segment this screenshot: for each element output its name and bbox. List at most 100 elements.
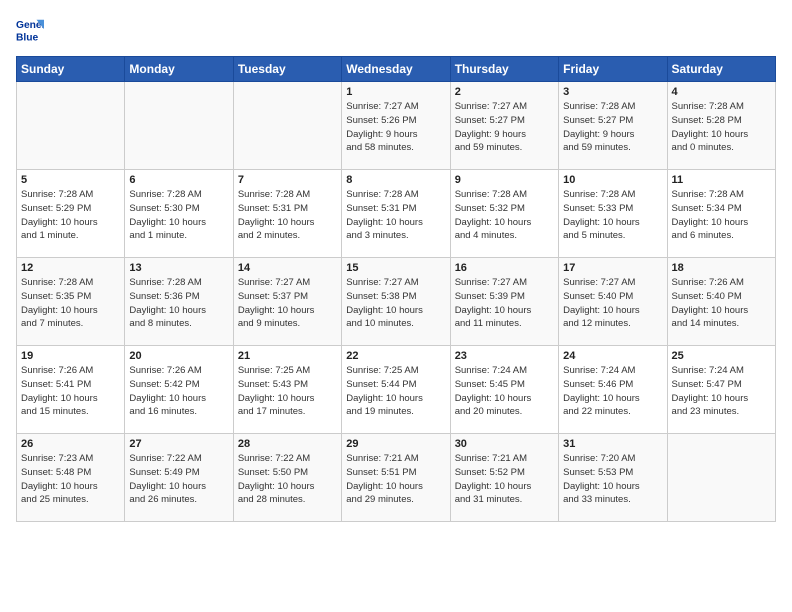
day-number: 8	[346, 174, 445, 186]
day-info: Sunrise: 7:26 AMSunset: 5:42 PMDaylight:…	[129, 364, 228, 419]
calendar-cell: 31Sunrise: 7:20 AMSunset: 5:53 PMDayligh…	[559, 434, 667, 522]
day-number: 29	[346, 438, 445, 450]
day-info: Sunrise: 7:28 AMSunset: 5:27 PMDaylight:…	[563, 100, 662, 155]
day-info: Sunrise: 7:27 AMSunset: 5:27 PMDaylight:…	[455, 100, 554, 155]
day-info: Sunrise: 7:28 AMSunset: 5:32 PMDaylight:…	[455, 188, 554, 243]
calendar-week-row: 1 Sunrise: 7:27 AMSunset: 5:26 PMDaylight…	[17, 82, 776, 170]
day-number: 31	[563, 438, 662, 450]
day-number: 27	[129, 438, 228, 450]
calendar-cell: 28Sunrise: 7:22 AMSunset: 5:50 PMDayligh…	[233, 434, 341, 522]
day-info: Sunrise: 7:26 AMSunset: 5:41 PMDaylight:…	[21, 364, 120, 419]
calendar-cell: 24 Sunrise: 7:24 AMSunset: 5:46 PMDayligh…	[559, 346, 667, 434]
day-info: Sunrise: 7:21 AMSunset: 5:52 PMDaylight:…	[455, 452, 554, 507]
day-header-tuesday: Tuesday	[233, 57, 341, 82]
day-info: Sunrise: 7:27 AMSunset: 5:26 PMDaylight:…	[346, 100, 445, 155]
day-info: Sunrise: 7:23 AMSunset: 5:48 PMDaylight:…	[21, 452, 120, 507]
day-number: 9	[455, 174, 554, 186]
calendar-cell: 9 Sunrise: 7:28 AMSunset: 5:32 PMDaylight…	[450, 170, 558, 258]
day-header-saturday: Saturday	[667, 57, 775, 82]
calendar-cell: 25 Sunrise: 7:24 AMSunset: 5:47 PMDayligh…	[667, 346, 775, 434]
day-number: 2	[455, 86, 554, 98]
day-info: Sunrise: 7:24 AMSunset: 5:46 PMDaylight:…	[563, 364, 662, 419]
day-number: 7	[238, 174, 337, 186]
calendar-week-row: 5 Sunrise: 7:28 AMSunset: 5:29 PMDaylight…	[17, 170, 776, 258]
day-info: Sunrise: 7:27 AMSunset: 5:38 PMDaylight:…	[346, 276, 445, 331]
day-number: 13	[129, 262, 228, 274]
calendar-cell: 15 Sunrise: 7:27 AMSunset: 5:38 PMDayligh…	[342, 258, 450, 346]
day-info: Sunrise: 7:28 AMSunset: 5:31 PMDaylight:…	[346, 188, 445, 243]
calendar-cell: 16 Sunrise: 7:27 AMSunset: 5:39 PMDayligh…	[450, 258, 558, 346]
calendar-cell: 17 Sunrise: 7:27 AMSunset: 5:40 PMDayligh…	[559, 258, 667, 346]
calendar-cell: 10 Sunrise: 7:28 AMSunset: 5:33 PMDayligh…	[559, 170, 667, 258]
day-info: Sunrise: 7:28 AMSunset: 5:31 PMDaylight:…	[238, 188, 337, 243]
day-number: 22	[346, 350, 445, 362]
calendar-table: SundayMondayTuesdayWednesdayThursdayFrid…	[16, 56, 776, 522]
day-number: 18	[672, 262, 771, 274]
calendar-cell: 29 Sunrise: 7:21 AMSunset: 5:51 PMDayligh…	[342, 434, 450, 522]
calendar-cell: 18Sunrise: 7:26 AMSunset: 5:40 PMDayligh…	[667, 258, 775, 346]
day-header-wednesday: Wednesday	[342, 57, 450, 82]
day-number: 1	[346, 86, 445, 98]
day-number: 10	[563, 174, 662, 186]
logo: General Blue	[16, 16, 48, 44]
day-info: Sunrise: 7:22 AMSunset: 5:50 PMDaylight:…	[238, 452, 337, 507]
day-number: 14	[238, 262, 337, 274]
calendar-cell: 3 Sunrise: 7:28 AMSunset: 5:27 PMDaylight…	[559, 82, 667, 170]
calendar-week-row: 12Sunrise: 7:28 AMSunset: 5:35 PMDayligh…	[17, 258, 776, 346]
day-number: 5	[21, 174, 120, 186]
calendar-cell: 23 Sunrise: 7:24 AMSunset: 5:45 PMDayligh…	[450, 346, 558, 434]
day-number: 19	[21, 350, 120, 362]
day-info: Sunrise: 7:25 AMSunset: 5:43 PMDaylight:…	[238, 364, 337, 419]
calendar-cell: 6 Sunrise: 7:28 AMSunset: 5:30 PMDaylight…	[125, 170, 233, 258]
day-info: Sunrise: 7:28 AMSunset: 5:33 PMDaylight:…	[563, 188, 662, 243]
calendar-cell: 30 Sunrise: 7:21 AMSunset: 5:52 PMDayligh…	[450, 434, 558, 522]
calendar-cell: 20Sunrise: 7:26 AMSunset: 5:42 PMDayligh…	[125, 346, 233, 434]
day-number: 6	[129, 174, 228, 186]
day-number: 3	[563, 86, 662, 98]
day-info: Sunrise: 7:22 AMSunset: 5:49 PMDaylight:…	[129, 452, 228, 507]
day-info: Sunrise: 7:28 AMSunset: 5:30 PMDaylight:…	[129, 188, 228, 243]
calendar-cell: 11 Sunrise: 7:28 AMSunset: 5:34 PMDayligh…	[667, 170, 775, 258]
day-info: Sunrise: 7:27 AMSunset: 5:40 PMDaylight:…	[563, 276, 662, 331]
day-number: 16	[455, 262, 554, 274]
day-number: 17	[563, 262, 662, 274]
day-number: 4	[672, 86, 771, 98]
calendar-cell	[667, 434, 775, 522]
day-number: 24	[563, 350, 662, 362]
calendar-cell: 8 Sunrise: 7:28 AMSunset: 5:31 PMDaylight…	[342, 170, 450, 258]
calendar-week-row: 26 Sunrise: 7:23 AMSunset: 5:48 PMDayligh…	[17, 434, 776, 522]
day-number: 21	[238, 350, 337, 362]
calendar-cell: 19 Sunrise: 7:26 AMSunset: 5:41 PMDayligh…	[17, 346, 125, 434]
day-info: Sunrise: 7:28 AMSunset: 5:29 PMDaylight:…	[21, 188, 120, 243]
logo-icon: General Blue	[16, 16, 44, 44]
header: General Blue	[16, 16, 776, 44]
calendar-cell	[17, 82, 125, 170]
calendar-cell: 7 Sunrise: 7:28 AMSunset: 5:31 PMDaylight…	[233, 170, 341, 258]
day-info: Sunrise: 7:24 AMSunset: 5:45 PMDaylight:…	[455, 364, 554, 419]
day-info: Sunrise: 7:24 AMSunset: 5:47 PMDaylight:…	[672, 364, 771, 419]
calendar-cell: 12Sunrise: 7:28 AMSunset: 5:35 PMDayligh…	[17, 258, 125, 346]
day-number: 26	[21, 438, 120, 450]
day-header-monday: Monday	[125, 57, 233, 82]
calendar-cell: 5 Sunrise: 7:28 AMSunset: 5:29 PMDaylight…	[17, 170, 125, 258]
calendar-cell: 22Sunrise: 7:25 AMSunset: 5:44 PMDayligh…	[342, 346, 450, 434]
calendar-week-row: 19 Sunrise: 7:26 AMSunset: 5:41 PMDayligh…	[17, 346, 776, 434]
day-number: 12	[21, 262, 120, 274]
calendar-cell: 14Sunrise: 7:27 AMSunset: 5:37 PMDayligh…	[233, 258, 341, 346]
day-number: 15	[346, 262, 445, 274]
day-number: 25	[672, 350, 771, 362]
calendar-cell: 1 Sunrise: 7:27 AMSunset: 5:26 PMDaylight…	[342, 82, 450, 170]
calendar-cell: 21 Sunrise: 7:25 AMSunset: 5:43 PMDayligh…	[233, 346, 341, 434]
calendar-cell: 27 Sunrise: 7:22 AMSunset: 5:49 PMDayligh…	[125, 434, 233, 522]
day-number: 11	[672, 174, 771, 186]
calendar-cell: 26 Sunrise: 7:23 AMSunset: 5:48 PMDayligh…	[17, 434, 125, 522]
day-info: Sunrise: 7:21 AMSunset: 5:51 PMDaylight:…	[346, 452, 445, 507]
day-header-sunday: Sunday	[17, 57, 125, 82]
day-number: 30	[455, 438, 554, 450]
calendar-cell: 4Sunrise: 7:28 AMSunset: 5:28 PMDaylight…	[667, 82, 775, 170]
calendar-cell: 13Sunrise: 7:28 AMSunset: 5:36 PMDayligh…	[125, 258, 233, 346]
day-number: 23	[455, 350, 554, 362]
day-info: Sunrise: 7:28 AMSunset: 5:34 PMDaylight:…	[672, 188, 771, 243]
calendar-cell	[125, 82, 233, 170]
day-info: Sunrise: 7:27 AMSunset: 5:39 PMDaylight:…	[455, 276, 554, 331]
